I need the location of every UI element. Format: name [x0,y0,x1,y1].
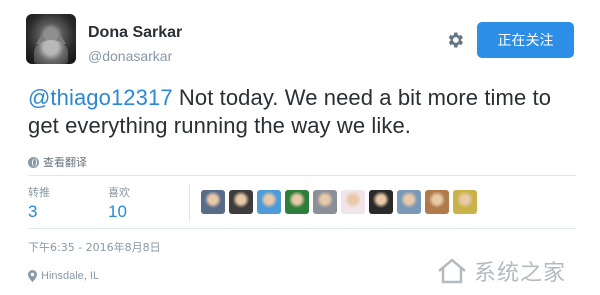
liker-avatar[interactable] [313,190,337,214]
likes-count: 10 [108,202,127,221]
tweet-mention-link[interactable]: @thiago12317 [28,85,173,110]
location-label: Hinsdale, IL [41,270,100,282]
map-pin-icon [28,270,37,282]
profile-avatar[interactable] [26,14,76,64]
following-button[interactable]: 正在关注 [477,22,574,58]
tweet-timestamp[interactable]: 下午6:35 - 2016年8月8日 [28,239,161,255]
stats-separator [189,184,190,222]
liker-avatar[interactable] [397,190,421,214]
divider-bottom [28,228,576,229]
retweets-stat[interactable]: 转推 3 [28,184,50,222]
likes-stat[interactable]: 喜欢 10 [108,184,130,222]
retweets-count: 3 [28,202,38,221]
liker-avatar[interactable] [425,190,449,214]
watermark-house-icon [438,258,466,284]
translate-link[interactable]: 查看翻译 [28,154,87,170]
liker-avatar[interactable] [341,190,365,214]
liker-avatar[interactable] [453,190,477,214]
liker-avatars [201,190,477,214]
tweet-text: @thiago12317 Not today. We need a bit mo… [28,84,588,140]
watermark-text: 系统之家 [474,261,567,286]
retweets-label: 转推 [28,186,50,199]
user-handle[interactable]: @donasarkar [88,48,172,64]
liker-avatar[interactable] [229,190,253,214]
globe-icon [28,156,39,168]
watermark: 系统之家 [436,250,596,292]
display-name[interactable]: Dona Sarkar [88,24,182,42]
divider-top [28,175,576,176]
tweet-location[interactable]: Hinsdale, IL [28,270,99,282]
translate-label: 查看翻译 [43,157,87,169]
avatar-cat-face [34,40,68,64]
liker-avatar[interactable] [201,190,225,214]
liker-avatar[interactable] [369,190,393,214]
liker-avatar[interactable] [257,190,281,214]
likes-label: 喜欢 [108,186,130,199]
liker-avatar[interactable] [285,190,309,214]
gear-icon[interactable] [445,30,465,50]
